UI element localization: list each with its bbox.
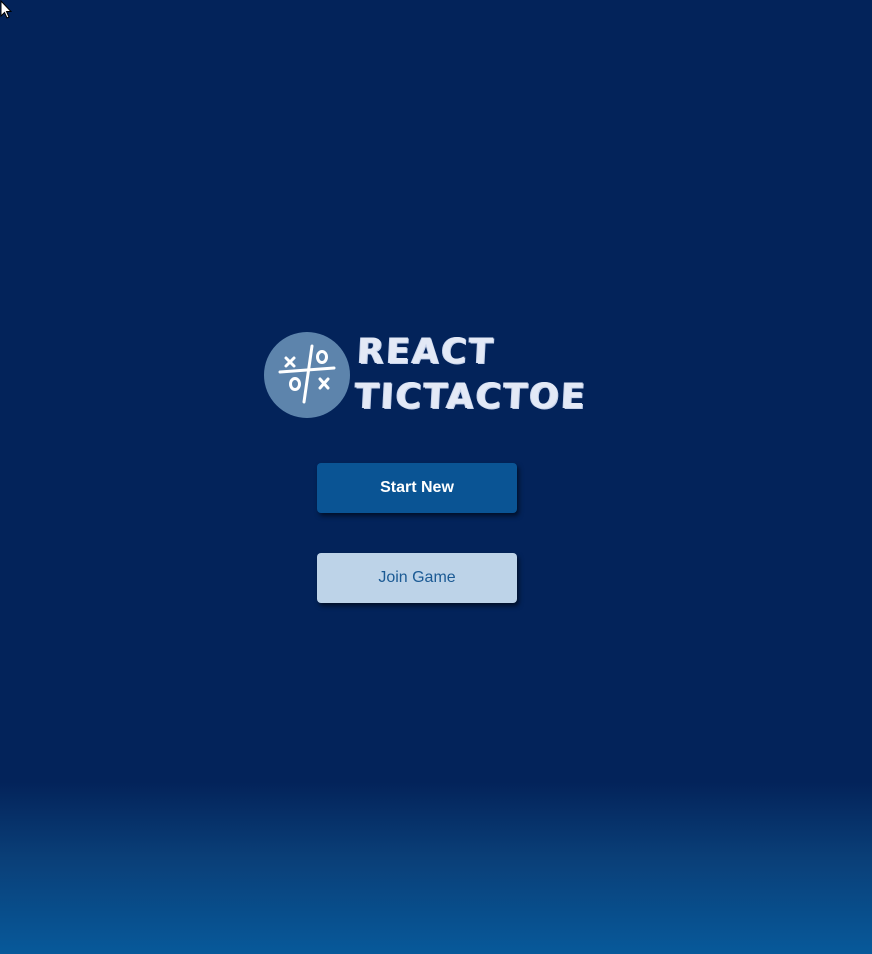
app-title-line-2: TICTACTOE <box>353 377 588 417</box>
app-title: REACT TICTACTOE <box>354 330 591 420</box>
tictactoe-board-icon <box>264 332 350 418</box>
start-new-button[interactable]: Start New <box>317 463 517 513</box>
app-root: { "app": { "logo_line1": "REACT", "logo_… <box>0 0 872 954</box>
app-logo: REACT TICTACTOE <box>264 330 588 422</box>
join-game-button[interactable]: Join Game <box>317 553 517 603</box>
app-title-line-1: REACT <box>356 332 496 372</box>
mouse-cursor-icon <box>0 0 12 19</box>
